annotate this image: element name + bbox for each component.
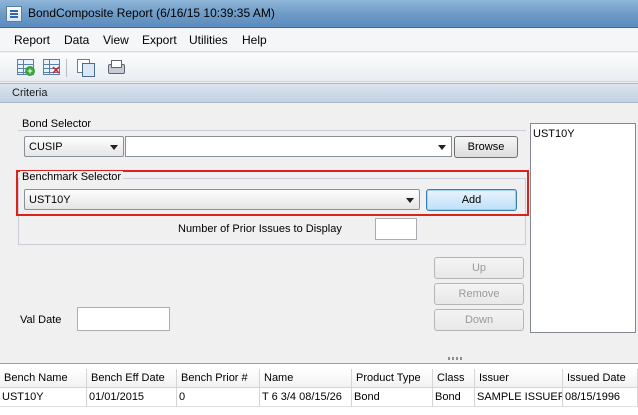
prior-issues-input[interactable] bbox=[375, 218, 417, 240]
browse-button[interactable]: Browse bbox=[454, 136, 518, 158]
cell-issued-date: 08/15/1996 bbox=[563, 388, 638, 407]
val-date-label: Val Date bbox=[20, 314, 62, 326]
menu-bar: Report Data View Export Utilities Help bbox=[0, 29, 638, 52]
val-date-input[interactable] bbox=[77, 307, 170, 331]
prior-issues-label: Number of Prior Issues to Display bbox=[178, 223, 342, 235]
column-header-bench-prior[interactable]: Bench Prior # bbox=[177, 369, 260, 388]
benchmark-value: UST10Y bbox=[29, 194, 71, 206]
chevron-down-icon bbox=[110, 145, 118, 150]
bond-type-select[interactable]: CUSIP bbox=[24, 136, 124, 157]
delete-grid-icon[interactable]: ✕ bbox=[43, 59, 61, 77]
chevron-down-icon bbox=[406, 198, 414, 203]
column-header-name[interactable]: Name bbox=[260, 369, 352, 388]
menu-help[interactable]: Help bbox=[242, 33, 267, 47]
column-header-product-type[interactable]: Product Type bbox=[352, 369, 433, 388]
cell-issuer: SAMPLE ISSUER bbox=[475, 388, 563, 407]
up-button[interactable]: Up bbox=[434, 257, 524, 279]
down-button[interactable]: Down bbox=[434, 309, 524, 331]
column-header-issuer[interactable]: Issuer bbox=[475, 369, 563, 388]
column-header-bench-eff-date[interactable]: Bench Eff Date bbox=[87, 369, 177, 388]
criteria-title: Criteria bbox=[12, 87, 48, 99]
benchmark-list[interactable]: UST10Y bbox=[530, 123, 636, 333]
cell-product-type: Bond bbox=[352, 388, 433, 407]
cell-bench-eff-date: 01/01/2015 bbox=[87, 388, 177, 407]
menu-report[interactable]: Report bbox=[14, 33, 50, 47]
menu-utilities[interactable]: Utilities bbox=[189, 33, 228, 47]
table-row[interactable]: UST10Y 01/01/2015 0 T 6 3/4 08/15/26 Bon… bbox=[0, 388, 638, 407]
criteria-header: Criteria bbox=[0, 83, 638, 103]
bond-search-input[interactable] bbox=[125, 136, 452, 157]
window-title: BondComposite Report (6/16/15 10:39:35 A… bbox=[28, 6, 275, 20]
benchmark-list-item[interactable]: UST10Y bbox=[533, 128, 575, 140]
toolbar-separator bbox=[66, 59, 67, 77]
bond-selector-divider bbox=[18, 130, 526, 131]
print-icon[interactable] bbox=[107, 59, 125, 75]
title-bar: BondComposite Report (6/16/15 10:39:35 A… bbox=[0, 0, 638, 28]
toolbar: + ✕ bbox=[0, 53, 638, 82]
benchmark-selector-label: Benchmark Selector bbox=[20, 171, 124, 183]
splitter-handle[interactable] bbox=[448, 357, 464, 360]
add-button[interactable]: Add bbox=[426, 189, 517, 211]
column-header-issued-date[interactable]: Issued Date bbox=[563, 369, 638, 388]
add-grid-icon[interactable]: + bbox=[17, 59, 35, 76]
bond-type-value: CUSIP bbox=[29, 141, 63, 153]
chevron-down-icon bbox=[438, 145, 446, 150]
cell-bench-name: UST10Y bbox=[0, 388, 87, 407]
menu-data[interactable]: Data bbox=[64, 33, 89, 47]
column-header-bench-name[interactable]: Bench Name bbox=[0, 369, 87, 388]
benchmark-select[interactable]: UST10Y bbox=[24, 189, 420, 210]
menu-export[interactable]: Export bbox=[142, 33, 177, 47]
cell-name: T 6 3/4 08/15/26 bbox=[260, 388, 352, 407]
bond-selector-label: Bond Selector bbox=[20, 118, 94, 130]
results-grid: Bench Name Bench Eff Date Bench Prior # … bbox=[0, 363, 638, 415]
copy-icon[interactable] bbox=[77, 59, 95, 77]
column-header-class[interactable]: Class bbox=[433, 369, 475, 388]
app-icon bbox=[6, 6, 22, 22]
remove-button[interactable]: Remove bbox=[434, 283, 524, 305]
grid-header-row: Bench Name Bench Eff Date Bench Prior # … bbox=[0, 369, 638, 388]
cell-bench-prior: 0 bbox=[177, 388, 260, 407]
cell-class: Bond bbox=[433, 388, 475, 407]
menu-view[interactable]: View bbox=[103, 33, 129, 47]
